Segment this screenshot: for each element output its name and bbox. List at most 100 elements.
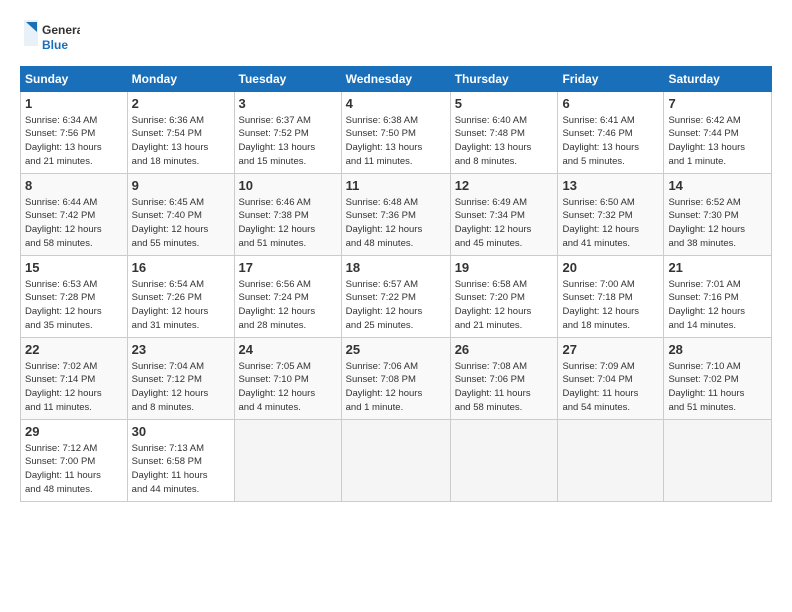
day-number: 7 xyxy=(668,95,767,113)
day-info: Sunrise: 7:01 AM Sunset: 7:16 PM Dayligh… xyxy=(668,279,745,331)
day-info: Sunrise: 6:53 AM Sunset: 7:28 PM Dayligh… xyxy=(25,279,102,331)
calendar-cell xyxy=(341,420,450,502)
logo-svg: GeneralBlue xyxy=(20,16,80,56)
day-info: Sunrise: 6:41 AM Sunset: 7:46 PM Dayligh… xyxy=(562,115,639,167)
day-number: 30 xyxy=(132,423,230,441)
logo: GeneralBlue xyxy=(20,16,80,56)
day-info: Sunrise: 6:36 AM Sunset: 7:54 PM Dayligh… xyxy=(132,115,209,167)
day-info: Sunrise: 7:08 AM Sunset: 7:06 PM Dayligh… xyxy=(455,361,531,413)
calendar-cell: 18 Sunrise: 6:57 AM Sunset: 7:22 PM Dayli… xyxy=(341,256,450,338)
day-number: 15 xyxy=(25,259,123,277)
day-info: Sunrise: 6:44 AM Sunset: 7:42 PM Dayligh… xyxy=(25,197,102,249)
calendar-cell: 22Sunrise: 7:02 AM Sunset: 7:14 PM Dayli… xyxy=(21,338,128,420)
weekday-header-row: SundayMondayTuesdayWednesdayThursdayFrid… xyxy=(21,67,772,92)
day-number: 20 xyxy=(562,259,659,277)
day-number: 16 xyxy=(132,259,230,277)
calendar-cell: 4 Sunrise: 6:38 AM Sunset: 7:50 PM Daylig… xyxy=(341,92,450,174)
calendar-cell: 12Sunrise: 6:49 AM Sunset: 7:34 PM Dayli… xyxy=(450,174,558,256)
day-info: Sunrise: 6:48 AM Sunset: 7:36 PM Dayligh… xyxy=(346,197,423,249)
svg-text:General: General xyxy=(42,23,80,37)
day-info: Sunrise: 6:54 AM Sunset: 7:26 PM Dayligh… xyxy=(132,279,209,331)
calendar-cell: 19Sunrise: 6:58 AM Sunset: 7:20 PM Dayli… xyxy=(450,256,558,338)
calendar-cell: 2Sunrise: 6:36 AM Sunset: 7:54 PM Daylig… xyxy=(127,92,234,174)
calendar-cell: 6 Sunrise: 6:41 AM Sunset: 7:46 PM Daylig… xyxy=(558,92,664,174)
day-info: Sunrise: 6:40 AM Sunset: 7:48 PM Dayligh… xyxy=(455,115,532,167)
calendar-cell: 20Sunrise: 7:00 AM Sunset: 7:18 PM Dayli… xyxy=(558,256,664,338)
day-number: 26 xyxy=(455,341,554,359)
header: GeneralBlue xyxy=(20,16,772,56)
day-number: 23 xyxy=(132,341,230,359)
day-info: Sunrise: 6:45 AM Sunset: 7:40 PM Dayligh… xyxy=(132,197,209,249)
day-number: 21 xyxy=(668,259,767,277)
calendar-cell: 15 Sunrise: 6:53 AM Sunset: 7:28 PM Dayli… xyxy=(21,256,128,338)
day-info: Sunrise: 7:02 AM Sunset: 7:14 PM Dayligh… xyxy=(25,361,102,413)
day-number: 25 xyxy=(346,341,446,359)
day-info: Sunrise: 6:34 AM Sunset: 7:56 PM Dayligh… xyxy=(25,115,102,167)
calendar-cell: 25 Sunrise: 7:06 AM Sunset: 7:08 PM Dayli… xyxy=(341,338,450,420)
day-info: Sunrise: 7:06 AM Sunset: 7:08 PM Dayligh… xyxy=(346,361,423,413)
week-row-1: 1 Sunrise: 6:34 AM Sunset: 7:56 PM Daylig… xyxy=(21,92,772,174)
week-row-5: 29Sunrise: 7:12 AM Sunset: 7:00 PM Dayli… xyxy=(21,420,772,502)
weekday-header-thursday: Thursday xyxy=(450,67,558,92)
calendar-cell: 29Sunrise: 7:12 AM Sunset: 7:00 PM Dayli… xyxy=(21,420,128,502)
day-number: 13 xyxy=(562,177,659,195)
week-row-2: 8 Sunrise: 6:44 AM Sunset: 7:42 PM Daylig… xyxy=(21,174,772,256)
day-info: Sunrise: 6:42 AM Sunset: 7:44 PM Dayligh… xyxy=(668,115,745,167)
day-info: Sunrise: 6:38 AM Sunset: 7:50 PM Dayligh… xyxy=(346,115,423,167)
day-info: Sunrise: 7:13 AM Sunset: 6:58 PM Dayligh… xyxy=(132,443,208,495)
calendar-page: GeneralBlue SundayMondayTuesdayWednesday… xyxy=(0,0,792,612)
day-info: Sunrise: 6:56 AM Sunset: 7:24 PM Dayligh… xyxy=(239,279,316,331)
day-number: 5 xyxy=(455,95,554,113)
day-number: 8 xyxy=(25,177,123,195)
day-number: 24 xyxy=(239,341,337,359)
weekday-header-monday: Monday xyxy=(127,67,234,92)
weekday-header-wednesday: Wednesday xyxy=(341,67,450,92)
calendar-cell: 11 Sunrise: 6:48 AM Sunset: 7:36 PM Dayli… xyxy=(341,174,450,256)
day-info: Sunrise: 7:09 AM Sunset: 7:04 PM Dayligh… xyxy=(562,361,638,413)
weekday-header-sunday: Sunday xyxy=(21,67,128,92)
calendar-cell: 27 Sunrise: 7:09 AM Sunset: 7:04 PM Dayli… xyxy=(558,338,664,420)
day-info: Sunrise: 7:12 AM Sunset: 7:00 PM Dayligh… xyxy=(25,443,101,495)
calendar-cell: 14Sunrise: 6:52 AM Sunset: 7:30 PM Dayli… xyxy=(664,174,772,256)
day-number: 11 xyxy=(346,177,446,195)
weekday-header-tuesday: Tuesday xyxy=(234,67,341,92)
day-number: 3 xyxy=(239,95,337,113)
calendar-cell xyxy=(234,420,341,502)
day-number: 28 xyxy=(668,341,767,359)
calendar-cell xyxy=(450,420,558,502)
calendar-cell: 16 Sunrise: 6:54 AM Sunset: 7:26 PM Dayli… xyxy=(127,256,234,338)
weekday-header-saturday: Saturday xyxy=(664,67,772,92)
day-info: Sunrise: 6:50 AM Sunset: 7:32 PM Dayligh… xyxy=(562,197,639,249)
day-info: Sunrise: 6:37 AM Sunset: 7:52 PM Dayligh… xyxy=(239,115,316,167)
day-info: Sunrise: 7:04 AM Sunset: 7:12 PM Dayligh… xyxy=(132,361,209,413)
calendar-cell: 17Sunrise: 6:56 AM Sunset: 7:24 PM Dayli… xyxy=(234,256,341,338)
calendar-cell: 21 Sunrise: 7:01 AM Sunset: 7:16 PM Dayli… xyxy=(664,256,772,338)
calendar-cell: 1 Sunrise: 6:34 AM Sunset: 7:56 PM Daylig… xyxy=(21,92,128,174)
svg-text:Blue: Blue xyxy=(42,38,68,52)
day-number: 4 xyxy=(346,95,446,113)
calendar-cell: 23 Sunrise: 7:04 AM Sunset: 7:12 PM Dayli… xyxy=(127,338,234,420)
calendar-cell: 5 Sunrise: 6:40 AM Sunset: 7:48 PM Daylig… xyxy=(450,92,558,174)
day-number: 1 xyxy=(25,95,123,113)
calendar-cell: 24Sunrise: 7:05 AM Sunset: 7:10 PM Dayli… xyxy=(234,338,341,420)
week-row-4: 22Sunrise: 7:02 AM Sunset: 7:14 PM Dayli… xyxy=(21,338,772,420)
calendar-cell: 10Sunrise: 6:46 AM Sunset: 7:38 PM Dayli… xyxy=(234,174,341,256)
day-number: 27 xyxy=(562,341,659,359)
calendar-cell: 28Sunrise: 7:10 AM Sunset: 7:02 PM Dayli… xyxy=(664,338,772,420)
calendar-cell xyxy=(558,420,664,502)
day-number: 12 xyxy=(455,177,554,195)
calendar-cell: 3 Sunrise: 6:37 AM Sunset: 7:52 PM Daylig… xyxy=(234,92,341,174)
day-number: 18 xyxy=(346,259,446,277)
day-number: 19 xyxy=(455,259,554,277)
calendar-cell: 30 Sunrise: 7:13 AM Sunset: 6:58 PM Dayli… xyxy=(127,420,234,502)
day-info: Sunrise: 6:57 AM Sunset: 7:22 PM Dayligh… xyxy=(346,279,423,331)
day-number: 10 xyxy=(239,177,337,195)
calendar-cell: 9 Sunrise: 6:45 AM Sunset: 7:40 PM Daylig… xyxy=(127,174,234,256)
day-number: 6 xyxy=(562,95,659,113)
day-number: 14 xyxy=(668,177,767,195)
calendar-cell: 26 Sunrise: 7:08 AM Sunset: 7:06 PM Dayli… xyxy=(450,338,558,420)
calendar-cell: 7 Sunrise: 6:42 AM Sunset: 7:44 PM Daylig… xyxy=(664,92,772,174)
calendar-cell xyxy=(664,420,772,502)
day-number: 9 xyxy=(132,177,230,195)
week-row-3: 15 Sunrise: 6:53 AM Sunset: 7:28 PM Dayli… xyxy=(21,256,772,338)
